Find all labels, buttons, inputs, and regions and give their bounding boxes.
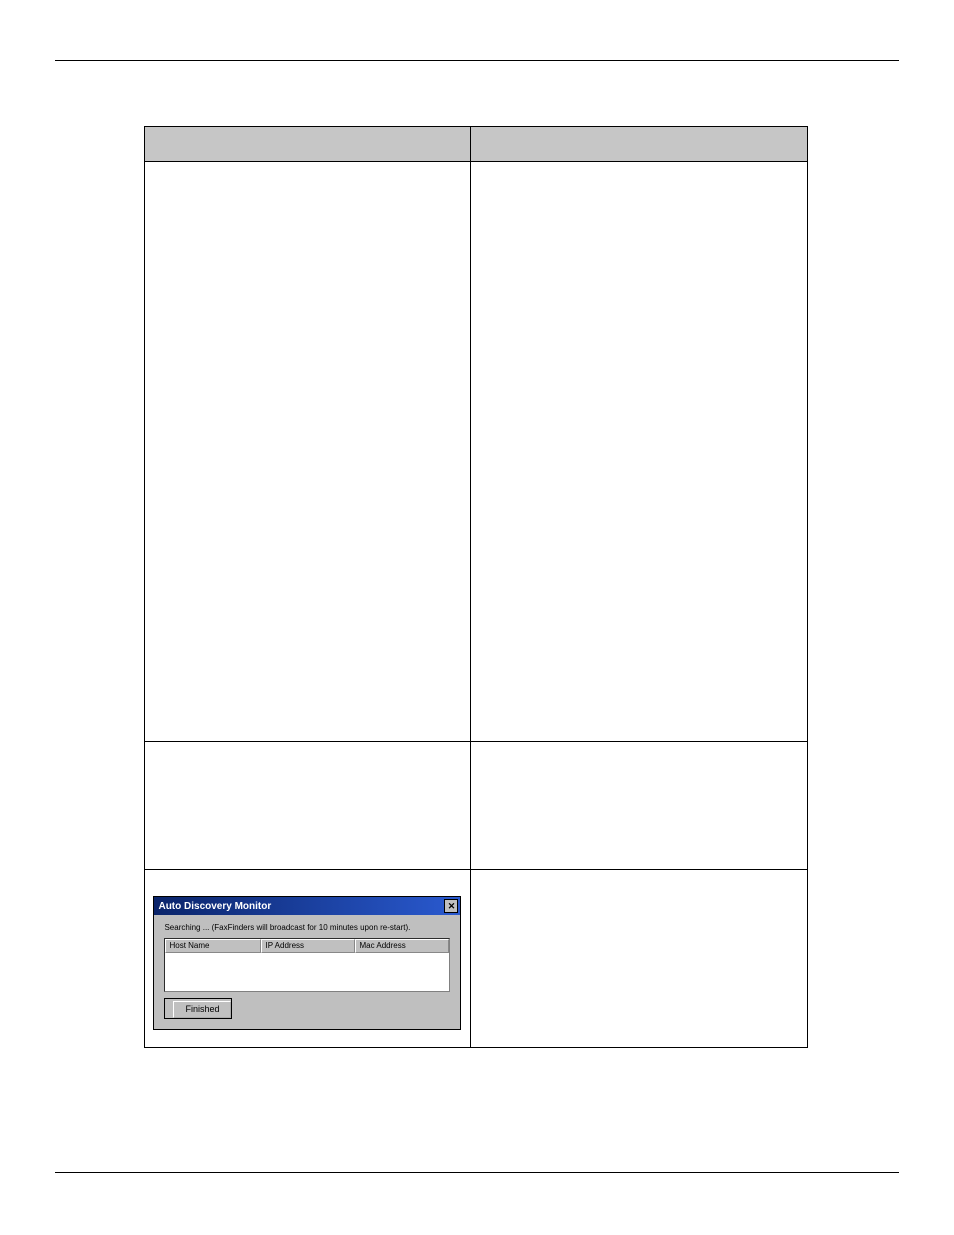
- table-cell: [470, 742, 807, 870]
- column-header-hostname[interactable]: Host Name: [165, 939, 261, 953]
- document-page: Auto Discovery Monitor ✕ Searching ... (…: [0, 0, 954, 1235]
- table-cell: [145, 742, 471, 870]
- listview-body: [165, 953, 449, 991]
- table-cell: Auto Discovery Monitor ✕ Searching ... (…: [145, 870, 471, 1048]
- dialog-status-message: Searching ... (FaxFinders will broadcast…: [164, 923, 450, 932]
- table-cell: [470, 870, 807, 1048]
- table-row: [145, 742, 808, 870]
- dialog-body: Searching ... (FaxFinders will broadcast…: [154, 915, 460, 1029]
- close-icon: ✕: [448, 902, 456, 911]
- dialog-titlebar: Auto Discovery Monitor ✕: [154, 897, 460, 915]
- header-rule: [55, 60, 899, 61]
- content-table: Auto Discovery Monitor ✕ Searching ... (…: [144, 126, 808, 1048]
- table-cell: [145, 162, 471, 742]
- footer-rule: [55, 1172, 899, 1173]
- listview-header: Host Name IP Address Mac Address: [165, 939, 449, 953]
- column-header-ipaddress[interactable]: IP Address: [261, 939, 355, 953]
- table-header-row: [145, 127, 808, 162]
- dialog-title-text: Auto Discovery Monitor: [158, 901, 271, 912]
- results-listview[interactable]: Host Name IP Address Mac Address: [164, 938, 450, 992]
- table-row: [145, 162, 808, 742]
- auto-discovery-dialog: Auto Discovery Monitor ✕ Searching ... (…: [153, 896, 461, 1030]
- table-row: Auto Discovery Monitor ✕ Searching ... (…: [145, 870, 808, 1048]
- close-button[interactable]: ✕: [444, 899, 458, 913]
- table-header-right: [470, 127, 807, 162]
- finished-button[interactable]: Finished: [173, 1001, 231, 1018]
- column-header-macaddress[interactable]: Mac Address: [355, 939, 449, 953]
- dialog-button-row: Finished: [164, 998, 450, 1019]
- table-cell: [470, 162, 807, 742]
- table-header-left: [145, 127, 471, 162]
